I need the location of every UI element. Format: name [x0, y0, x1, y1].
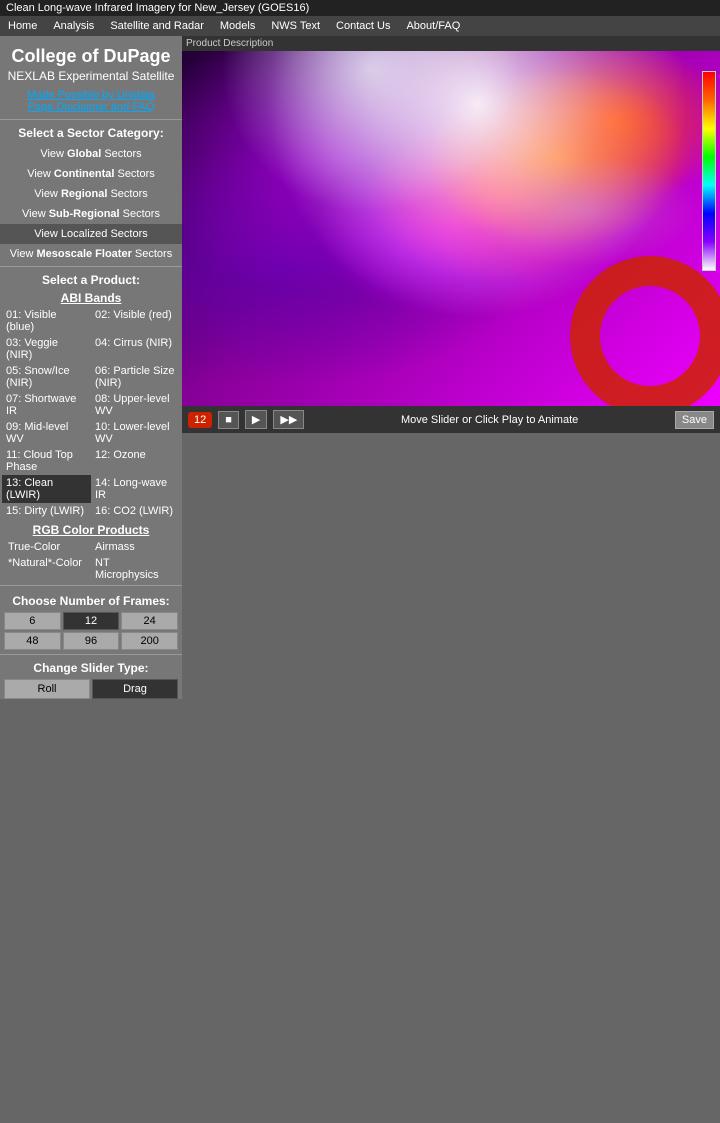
band-10[interactable]: 10: Lower-level WV	[91, 419, 180, 447]
band-14[interactable]: 14: Long-wave IR	[91, 475, 180, 503]
nav-item-analysis[interactable]: Analysis	[45, 16, 102, 36]
title-bar: Clean Long-wave Infrared Imagery for New…	[0, 0, 720, 16]
rgb-true-color[interactable]: True-Color	[4, 539, 91, 555]
forward-button[interactable]: ▶▶	[273, 410, 304, 429]
nav-item-nws-text[interactable]: NWS Text	[263, 16, 328, 36]
play-button[interactable]: ▶	[245, 410, 267, 429]
band-05[interactable]: 05: Snow/Ice (NIR)	[2, 363, 91, 391]
image-header-text: Product Description	[186, 38, 273, 49]
frames-grid: 6 12 24 48 96 200	[0, 612, 182, 650]
sector-link-global[interactable]: View Global Sectors	[0, 144, 182, 164]
abi-bands-label: ABI Bands	[0, 289, 182, 307]
sidebar: College of DuPage NEXLAB Experimental Sa…	[0, 36, 182, 699]
frame-12[interactable]: 12	[63, 612, 120, 630]
save-button[interactable]: Save	[675, 411, 714, 429]
sector-link-regional[interactable]: View Regional Sectors	[0, 184, 182, 204]
sector-link-continental[interactable]: View Continental Sectors	[0, 164, 182, 184]
slider-bar: 12 ■ ▶ ▶▶ Move Slider or Click Play to A…	[182, 406, 720, 433]
sector-link-localized[interactable]: View Localized Sectors	[0, 224, 182, 244]
disclaimer-link[interactable]: Page Disclaimer and FAQ	[0, 101, 182, 113]
band-02[interactable]: 02: Visible (red)	[91, 307, 180, 335]
content-area: Product Description 12 ■ ▶ ▶▶ Move Slide…	[182, 36, 720, 699]
slider-drag[interactable]: Drag	[92, 679, 178, 699]
rgb-natural-color[interactable]: *Natural*-Color	[4, 555, 91, 583]
main-layout: College of DuPage NEXLAB Experimental Sa…	[0, 36, 720, 699]
content-bottom	[182, 433, 720, 699]
sector-category-label: Select a Sector Category:	[0, 122, 182, 144]
frame-48[interactable]: 48	[4, 632, 61, 650]
divider4	[0, 654, 182, 655]
band-12[interactable]: 12: Ozone	[91, 447, 180, 475]
band-15[interactable]: 15: Dirty (LWIR)	[2, 503, 91, 519]
nav-item-contact-us[interactable]: Contact Us	[328, 16, 398, 36]
nav-item-about/faq[interactable]: About/FAQ	[398, 16, 468, 36]
frame-200[interactable]: 200	[121, 632, 178, 650]
bands-grid: 01: Visible (blue) 02: Visible (red) 03:…	[0, 307, 182, 519]
rgb-airmass[interactable]: Airmass	[91, 539, 178, 555]
slider-btns: Roll Drag	[0, 679, 182, 699]
nexlab-title: NEXLAB Experimental Satellite	[0, 69, 182, 89]
divider	[0, 119, 182, 120]
sector-link-mesoscale[interactable]: View Mesoscale Floater Sectors	[0, 244, 182, 264]
band-07[interactable]: 07: Shortwave IR	[2, 391, 91, 419]
band-06[interactable]: 06: Particle Size (NIR)	[91, 363, 180, 391]
page-title: Clean Long-wave Infrared Imagery for New…	[6, 2, 309, 14]
band-04[interactable]: 04: Cirrus (NIR)	[91, 335, 180, 363]
rgb-grid: True-Color Airmass *Natural*-Color NT Mi…	[0, 539, 182, 583]
unidata-link[interactable]: Made Possible by Unidata	[0, 89, 182, 101]
frame-6[interactable]: 6	[4, 612, 61, 630]
satellite-image-container	[182, 51, 720, 406]
nav-bar: HomeAnalysisSatellite and RadarModelsNWS…	[0, 16, 720, 36]
rgb-nt-microphysics[interactable]: NT Microphysics	[91, 555, 178, 583]
sector-link-subregional[interactable]: View Sub-Regional Sectors	[0, 204, 182, 224]
college-name: College of DuPage	[0, 36, 182, 69]
slider-text: Move Slider or Click Play to Animate	[310, 414, 669, 426]
nav-item-satellite-and-radar[interactable]: Satellite and Radar	[102, 16, 212, 36]
nav-item-models[interactable]: Models	[212, 16, 263, 36]
band-09[interactable]: 09: Mid-level WV	[2, 419, 91, 447]
red-circle-decoration	[570, 256, 720, 406]
band-08[interactable]: 08: Upper-level WV	[91, 391, 180, 419]
divider2	[0, 266, 182, 267]
frame-counter: 12	[188, 412, 212, 428]
nav-item-home[interactable]: Home	[0, 16, 45, 36]
slider-roll[interactable]: Roll	[4, 679, 90, 699]
band-03[interactable]: 03: Veggie (NIR)	[2, 335, 91, 363]
frame-96[interactable]: 96	[63, 632, 120, 650]
colorbar	[702, 71, 716, 271]
band-13[interactable]: 13: Clean (LWIR)	[2, 475, 91, 503]
band-01[interactable]: 01: Visible (blue)	[2, 307, 91, 335]
stop-button[interactable]: ■	[218, 411, 239, 429]
slider-label: Change Slider Type:	[0, 657, 182, 679]
rgb-label: RGB Color Products	[0, 519, 182, 539]
divider3	[0, 585, 182, 586]
product-label: Select a Product:	[0, 269, 182, 289]
band-11[interactable]: 11: Cloud Top Phase	[2, 447, 91, 475]
band-16[interactable]: 16: CO2 (LWIR)	[91, 503, 180, 519]
image-header: Product Description	[182, 36, 720, 51]
frame-24[interactable]: 24	[121, 612, 178, 630]
frames-label: Choose Number of Frames:	[0, 588, 182, 612]
